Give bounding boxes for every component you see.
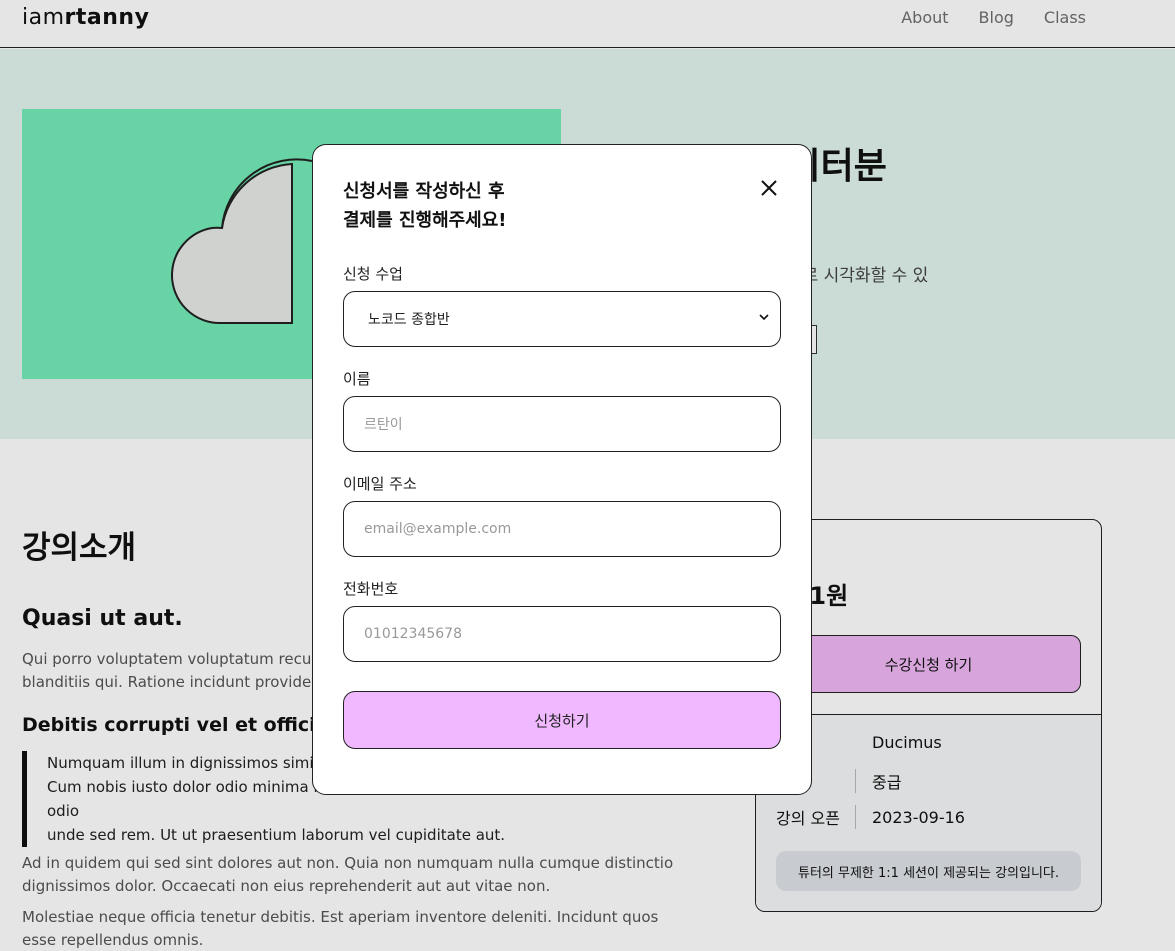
course-select[interactable]: 노코드 종합반 xyxy=(343,291,781,347)
modal-title: 신청서를 작성하신 후 결제를 진행해주세요! xyxy=(343,177,507,235)
name-input[interactable]: 르탄이 xyxy=(343,396,781,452)
email-label: 이메일 주소 xyxy=(343,475,417,493)
course-selected-value: 노코드 종합반 xyxy=(368,312,450,328)
modal-title-line-1: 신청서를 작성하신 후 xyxy=(343,181,505,202)
modal-title-line-2: 결제를 진행해주세요! xyxy=(343,210,507,231)
phone-label: 전화번호 xyxy=(343,580,399,598)
phone-input[interactable]: 01012345678 xyxy=(343,606,781,662)
chevron-down-icon xyxy=(758,311,770,327)
submit-button[interactable]: 신청하기 xyxy=(343,691,781,749)
name-label: 이름 xyxy=(343,370,371,388)
email-input[interactable]: email@example.com xyxy=(343,501,781,557)
close-icon[interactable] xyxy=(758,177,780,199)
application-modal: 신청서를 작성하신 후 결제를 진행해주세요! 신청 수업 노코드 종합반 이름… xyxy=(312,144,812,795)
course-label: 신청 수업 xyxy=(343,265,403,283)
